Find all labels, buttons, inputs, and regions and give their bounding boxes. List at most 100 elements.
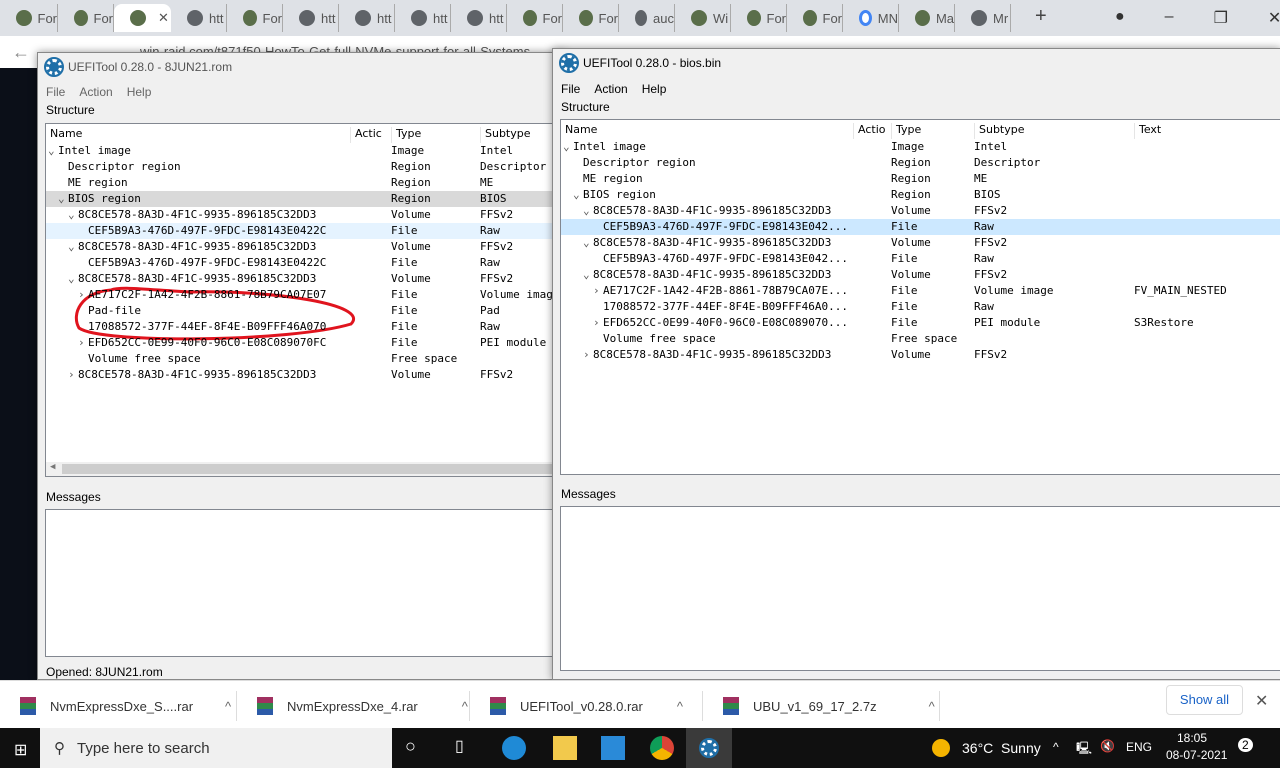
tree-row[interactable]: Descriptor region Region Descriptor [46,159,567,175]
structure-tree[interactable]: Name Actio Type Subtype Text ⌄ Intel imag… [560,119,1280,475]
tree-row[interactable]: ⌄ 8C8CE578-8A3D-4F1C-9935-896185C32DD3 Vol… [46,207,567,223]
messages-panel[interactable] [45,509,568,657]
download-item[interactable]: NvmExpressDxe_4.rar ^ [237,691,470,721]
mail-icon[interactable] [601,736,625,760]
tree-row[interactable]: ⌄ 8C8CE578-8A3D-4F1C-9935-896185C32DD3 Vol… [561,267,1280,283]
chevron-up-icon[interactable]: ^ [929,699,935,714]
browser-tab[interactable]: For [563,4,619,32]
tree-row[interactable]: › 8C8CE578-8A3D-4F1C-9935-896185C32DD3 Vol… [46,367,567,383]
restore-icon[interactable]: ❐ [1214,8,1228,28]
messages-panel[interactable] [560,506,1280,671]
browser-tab[interactable]: htt [451,4,507,32]
chevron-down-icon[interactable]: ⌄ [68,240,75,253]
menu-file[interactable]: File [561,82,580,96]
weather-text[interactable]: 36°C Sunny [962,740,1041,756]
scroll-left-icon[interactable]: ◀ [50,462,55,472]
close-icon[interactable]: ✕ [1268,8,1280,28]
show-all-button[interactable]: Show all [1166,685,1243,715]
chevron-down-icon[interactable]: ⌄ [583,268,590,281]
close-downloads-icon[interactable]: ✕ [1255,691,1268,711]
tree-row[interactable]: ⌄ Intel image Image Intel [561,139,1280,155]
browser-tab[interactable]: htt [395,4,451,32]
browser-tab[interactable]: auc [619,4,675,32]
chevron-right-icon[interactable]: › [68,368,75,381]
chevron-down-icon[interactable]: ⌄ [583,204,590,217]
chevron-down-icon[interactable]: ⌄ [58,192,65,205]
col-name[interactable]: Name [46,127,350,143]
browser-tab[interactable]: htt [283,4,339,32]
chevron-right-icon[interactable]: › [78,288,85,301]
network-icon[interactable]: 🖳 [1076,739,1092,760]
download-item[interactable]: NvmExpressDxe_S....rar ^ [0,691,237,721]
uefitool-taskbar-button[interactable] [686,728,732,768]
menu-help[interactable]: Help [642,82,667,96]
chevron-right-icon[interactable]: › [583,348,590,361]
tree-row[interactable]: › EFD652CC-0E99-40F0-96C0-E08C089070... Fi… [561,315,1280,331]
scrollbar-thumb[interactable] [62,464,562,474]
cortana-icon[interactable]: ○ [405,736,429,760]
col-subtype[interactable]: Subtype [974,123,1134,139]
taskbar-search[interactable]: ⚲ Type here to search [40,728,392,768]
tree-row[interactable]: ME region Region ME [561,171,1280,187]
col-action[interactable]: Actic [350,127,391,143]
tree-row[interactable]: Descriptor region Region Descriptor [561,155,1280,171]
browser-tab[interactable]: Wi [675,4,731,32]
horizontal-scrollbar[interactable]: ◀ [46,462,567,476]
chevron-down-icon[interactable]: ⌄ [573,188,580,201]
clock-date[interactable]: 08-07-2021 [1166,748,1227,762]
chevron-right-icon[interactable]: › [78,336,85,349]
col-name[interactable]: Name [561,123,853,139]
browser-tab[interactable]: For [0,4,58,32]
tree-row[interactable]: › AE717C2F-1A42-4F2B-8861-78B79CA07E07 Fil… [46,287,567,303]
file-explorer-icon[interactable] [553,736,577,760]
tree-row[interactable]: CEF5B9A3-476D-497F-9FDC-E98143E0422C File… [46,255,567,271]
tree-row[interactable]: ⌄ 8C8CE578-8A3D-4F1C-9935-896185C32DD3 Vol… [46,271,567,287]
col-type[interactable]: Type [891,123,974,139]
browser-tab[interactable]: For [507,4,563,32]
windows-start-icon[interactable]: ⊞ [14,740,27,760]
close-tab-icon[interactable]: ✕ [158,10,169,26]
download-item[interactable]: UEFITool_v0.28.0.rar ^ [470,691,703,721]
tree-row[interactable]: Pad-file File Pad [46,303,567,319]
chevron-up-icon[interactable]: ^ [462,699,468,714]
chevron-down-icon[interactable]: ⌄ [68,208,75,221]
chevron-down-icon[interactable]: ⌄ [583,236,590,249]
notifications-icon[interactable]: 2 [1238,738,1253,752]
tree-row[interactable]: 17088572-377F-44EF-8F4E-B09FFF46A0... Fil… [561,299,1280,315]
tree-row[interactable]: ⌄ 8C8CE578-8A3D-4F1C-9935-896185C32DD3 Vol… [46,239,567,255]
tree-row[interactable]: ⌄ 8C8CE578-8A3D-4F1C-9935-896185C32DD3 Vol… [561,235,1280,251]
tree-row[interactable]: Volume free space Free space [561,331,1280,347]
new-tab-icon[interactable]: + [1035,5,1047,28]
task-view-icon[interactable]: ▯ [455,736,479,760]
browser-tab[interactable]: For [787,4,843,32]
profile-icon[interactable]: ● [1115,8,1125,28]
download-item[interactable]: UBU_v1_69_17_2.7z ^ [703,691,940,721]
clock-time[interactable]: 18:05 [1177,731,1207,745]
browser-tab[interactable]: For [58,4,114,32]
tree-row[interactable]: ⌄ Intel image Image Intel [46,143,567,159]
browser-tab[interactable]: ✕ [114,4,171,32]
browser-tab[interactable]: For [227,4,283,32]
chevron-right-icon[interactable]: › [593,316,600,329]
browser-tab[interactable]: Mr [955,4,1011,32]
tree-row[interactable]: › 8C8CE578-8A3D-4F1C-9935-896185C32DD3 Vol… [561,347,1280,363]
browser-tab[interactable]: htt [171,4,227,32]
tree-row[interactable]: CEF5B9A3-476D-497F-9FDC-E98143E042... Fil… [561,219,1280,235]
chevron-down-icon[interactable]: ⌄ [563,140,570,153]
tree-row[interactable]: › AE717C2F-1A42-4F2B-8861-78B79CA07E... Fi… [561,283,1280,299]
menu-file[interactable]: File [46,85,65,99]
tree-row[interactable]: 17088572-377F-44EF-8F4E-B09FFF46A070 File… [46,319,567,335]
chevron-up-icon[interactable]: ^ [225,699,231,714]
tree-row[interactable]: CEF5B9A3-476D-497F-9FDC-E98143E0422C File… [46,223,567,239]
browser-tab[interactable]: MN [843,4,899,32]
chevron-down-icon[interactable]: ⌄ [48,144,55,157]
tray-chevron-icon[interactable]: ^ [1053,740,1059,754]
browser-tab[interactable]: htt [339,4,395,32]
tree-row[interactable]: Volume free space Free space [46,351,567,367]
col-type[interactable]: Type [391,127,480,143]
menu-help[interactable]: Help [127,85,152,99]
chevron-down-icon[interactable]: ⌄ [68,272,75,285]
browser-tab[interactable]: Ma [899,4,955,32]
tree-row[interactable]: ME region Region ME [46,175,567,191]
chrome-icon[interactable] [650,736,674,760]
